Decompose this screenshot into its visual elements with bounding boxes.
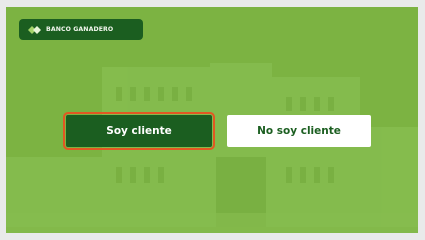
kiosk-screen: BANCO GANADERO Soy cliente No soy client… [6, 7, 418, 233]
no-soy-cliente-button[interactable]: No soy cliente [227, 115, 371, 147]
brand-logo: BANCO GANADERO [19, 19, 143, 40]
soy-cliente-button[interactable]: Soy cliente [63, 112, 215, 150]
bank-ganadero-logo-icon [28, 25, 41, 34]
brand-name: BANCO GANADERO [46, 26, 114, 33]
